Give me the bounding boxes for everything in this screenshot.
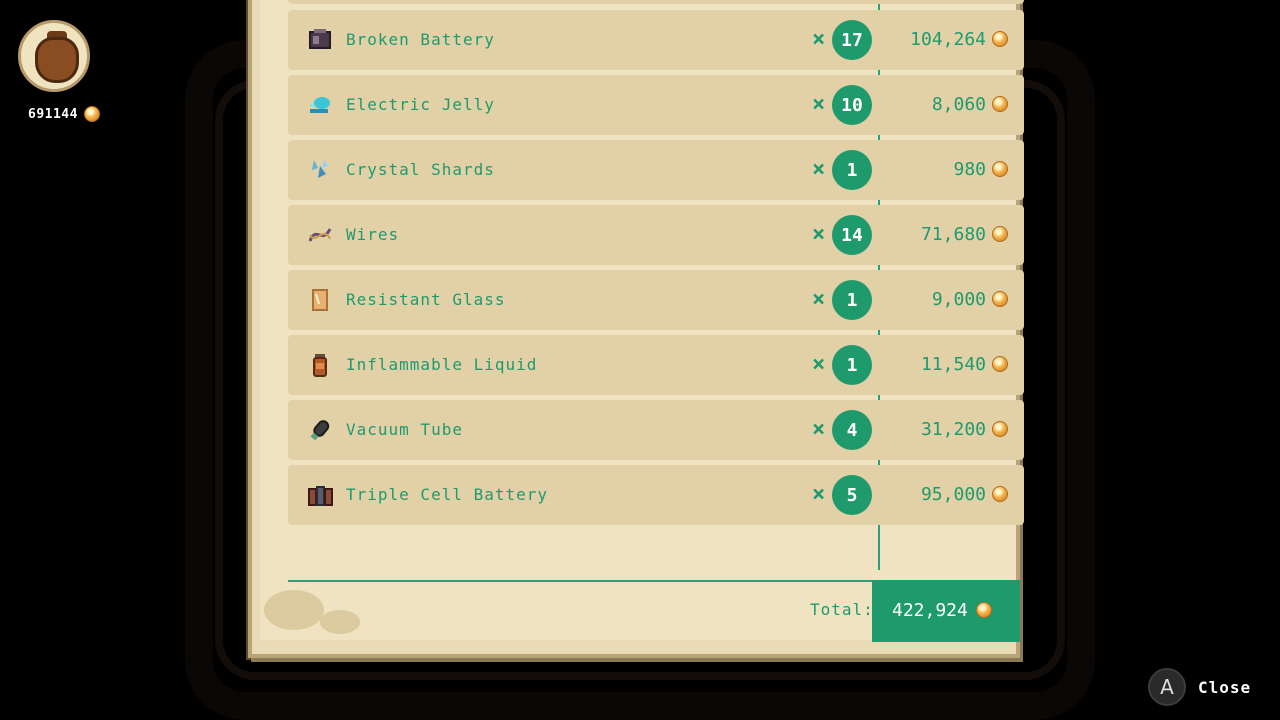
item-name: Crystal Shards	[346, 160, 495, 179]
coin-icon	[992, 31, 1008, 47]
list-item[interactable]: Electric Jelly × 10 8,060	[288, 75, 1024, 135]
panel-inner: Broken Battery × 17 104,264 Electric Jelly × 1…	[260, 0, 1024, 640]
list-item[interactable]: Vacuum Tube × 4 31,200	[288, 400, 1024, 460]
multiply-icon: ×	[812, 157, 826, 182]
resistant-glass-icon	[306, 286, 334, 314]
item-price: 11,540	[920, 354, 986, 375]
coin-icon	[83, 106, 100, 122]
parchment-stain	[320, 610, 360, 634]
multiply-icon: ×	[812, 482, 826, 507]
inflammable-liquid-icon	[306, 351, 334, 379]
multiply-icon: ×	[812, 417, 826, 442]
list-item[interactable]: Triple Cell Battery × 5 95,000	[288, 465, 1024, 525]
sell-list-panel: Broken Battery × 17 104,264 Electric Jelly × 1…	[248, 0, 1024, 658]
coin-icon	[992, 421, 1008, 437]
total-box: 422,924	[872, 580, 1020, 642]
close-label: Close	[1198, 677, 1252, 697]
item-name: Triple Cell Battery	[346, 485, 549, 504]
item-name: Inflammable Liquid	[346, 355, 538, 374]
item-price: 8,060	[931, 94, 986, 115]
wallet	[16, 20, 92, 92]
coin-icon	[992, 161, 1008, 177]
quantity-badge: 4	[832, 410, 872, 450]
item-price: 71,680	[920, 224, 986, 245]
list-item[interactable]: Broken Battery × 17 104,264	[288, 10, 1024, 70]
multiply-icon: ×	[812, 287, 826, 312]
list-item-partial[interactable]	[288, 0, 1024, 4]
vacuum-tube-icon	[306, 416, 334, 444]
list-item[interactable]: Wires × 14 71,680	[288, 205, 1024, 265]
total-label: Total:	[810, 600, 874, 619]
parchment-stain	[264, 590, 324, 630]
list-item[interactable]: Crystal Shards × 1 980	[288, 140, 1024, 200]
multiply-icon: ×	[812, 27, 826, 52]
list-item[interactable]: Resistant Glass × 1 9,000	[288, 270, 1024, 330]
multiply-icon: ×	[812, 352, 826, 377]
item-price: 9,000	[931, 289, 986, 310]
quantity-badge: 1	[832, 150, 872, 190]
wallet-balance: 691144	[28, 106, 100, 122]
money-bag-icon	[18, 20, 90, 92]
item-name: Broken Battery	[346, 30, 495, 49]
item-price: 980	[953, 159, 986, 180]
crystal-shards-icon	[306, 156, 334, 184]
quantity-badge: 10	[832, 85, 872, 125]
coin-icon	[992, 486, 1008, 502]
item-name: Electric Jelly	[346, 95, 495, 114]
quantity-badge: 14	[832, 215, 872, 255]
wallet-amount: 691144	[28, 106, 78, 122]
coin-icon	[976, 602, 992, 618]
item-name: Resistant Glass	[346, 290, 506, 309]
total-divider	[288, 580, 872, 582]
close-button[interactable]: A Close	[1148, 668, 1251, 706]
multiply-icon: ×	[812, 222, 826, 247]
quantity-badge: 17	[832, 20, 872, 60]
triple-cell-battery-icon	[306, 481, 334, 509]
total-value: 422,924	[892, 600, 968, 621]
quantity-badge: 1	[832, 280, 872, 320]
wires-icon	[306, 221, 334, 249]
item-name: Wires	[346, 225, 400, 244]
coin-icon	[992, 356, 1008, 372]
a-button-icon: A	[1148, 668, 1186, 706]
electric-jelly-icon	[306, 91, 334, 119]
coin-icon	[992, 226, 1008, 242]
item-price: 95,000	[920, 484, 986, 505]
broken-battery-icon	[306, 26, 334, 54]
item-price: 104,264	[910, 29, 986, 50]
coin-icon	[992, 291, 1008, 307]
quantity-badge: 5	[832, 475, 872, 515]
item-price: 31,200	[920, 419, 986, 440]
coin-icon	[992, 96, 1008, 112]
item-name: Vacuum Tube	[346, 420, 463, 439]
list-item[interactable]: Inflammable Liquid × 1 11,540	[288, 335, 1024, 395]
multiply-icon: ×	[812, 92, 826, 117]
quantity-badge: 1	[832, 345, 872, 385]
